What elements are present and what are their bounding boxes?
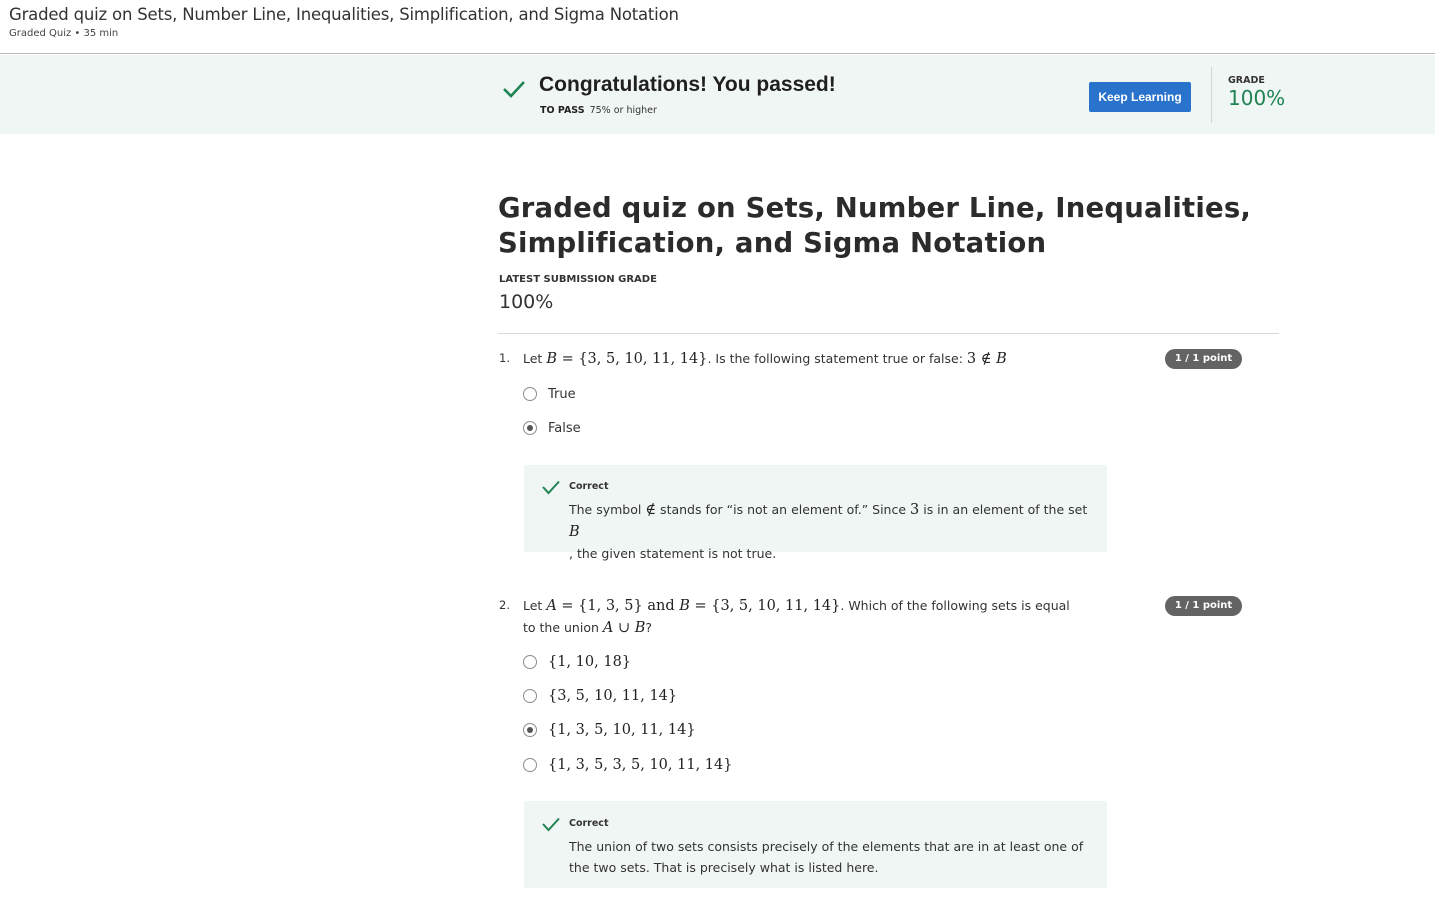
page-header: Graded quiz on Sets, Number Line, Inequa… (0, 0, 1435, 54)
answer-option[interactable]: {1, 3, 5, 10, 11, 14} (523, 720, 696, 740)
pass-message: Congratulations! You passed! (539, 73, 836, 96)
check-icon (503, 81, 525, 98)
keep-learning-button[interactable]: Keep Learning (1089, 82, 1191, 112)
page-header-subtitle: Graded Quiz • 35 min (9, 28, 119, 39)
radio-icon[interactable] (523, 723, 537, 737)
answer-option[interactable]: {3, 5, 10, 11, 14} (523, 686, 677, 706)
radio-icon[interactable] (523, 655, 537, 669)
banner-divider (1211, 67, 1212, 123)
option-label: True (548, 386, 576, 402)
page-header-title: Graded quiz on Sets, Number Line, Inequa… (9, 5, 679, 24)
radio-icon[interactable] (523, 387, 537, 401)
option-label: {1, 10, 18} (548, 654, 632, 670)
grade-value: 100% (1228, 86, 1286, 110)
question-number: 2. (499, 598, 510, 612)
feedback-label: Correct (569, 481, 609, 492)
answer-option[interactable]: {1, 10, 18} (523, 652, 631, 672)
question-number: 1. (499, 351, 510, 365)
radio-icon[interactable] (523, 421, 537, 435)
option-label: {3, 5, 10, 11, 14} (548, 688, 678, 704)
answer-option[interactable]: True (523, 384, 576, 404)
feedback-box: Correct The union of two sets consists p… (524, 801, 1107, 888)
check-icon (542, 817, 560, 832)
quiz-title: Graded quiz on Sets, Number Line, Inequa… (498, 192, 1252, 259)
answer-option[interactable]: {1, 3, 5, 3, 5, 10, 11, 14} (523, 755, 732, 775)
points-badge: 1 / 1 point (1165, 596, 1242, 616)
grade-label: GRADE (1228, 75, 1265, 86)
check-icon (542, 480, 560, 495)
option-label: False (548, 420, 581, 436)
pass-requirement: TO PASS 75% or higher (540, 105, 657, 116)
latest-grade-value: 100% (499, 291, 554, 313)
feedback-label: Correct (569, 818, 609, 829)
latest-grade-label: LATEST SUBMISSION GRADE (499, 274, 657, 285)
question-text: Let A = {1, 3, 5} and B = {3, 5, 10, 11,… (523, 598, 1070, 636)
to-pass-label: TO PASS (540, 105, 585, 116)
option-label: {1, 3, 5, 3, 5, 10, 11, 14} (548, 757, 733, 773)
feedback-text: The union of two sets consists precisely… (569, 839, 1084, 875)
feedback-box: Correct The symbol ∉ stands for “is not … (524, 465, 1107, 561)
question-text: Let B = {3, 5, 10, 11, 14}. Is the follo… (523, 351, 1007, 367)
feedback-text: The symbol ∉ stands for “is not an eleme… (569, 502, 1088, 561)
to-pass-value: 75% or higher (589, 105, 657, 116)
option-label: {1, 3, 5, 10, 11, 14} (548, 722, 696, 738)
radio-icon[interactable] (523, 758, 537, 772)
points-badge: 1 / 1 point (1165, 349, 1242, 369)
divider (498, 333, 1279, 334)
answer-option[interactable]: False (523, 418, 581, 438)
radio-icon[interactable] (523, 689, 537, 703)
